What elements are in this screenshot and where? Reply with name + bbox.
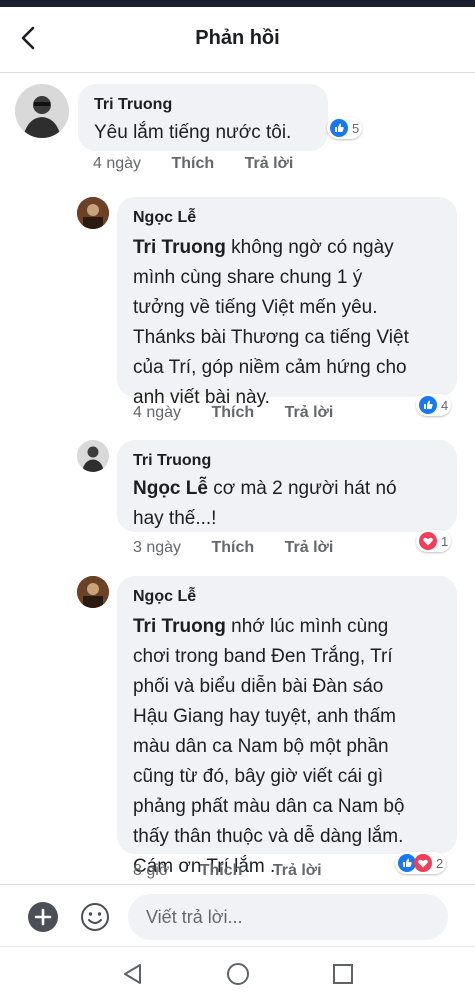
like-button[interactable]: Thích — [200, 862, 243, 879]
header: Phản hồi — [0, 7, 475, 73]
triangle-back-icon — [124, 964, 141, 984]
reply-composer — [0, 884, 475, 947]
circle-home-icon — [227, 963, 249, 985]
nav-back-button[interactable] — [120, 961, 146, 987]
mention-tri-truong[interactable]: Tri Truong — [133, 616, 226, 637]
nav-recents-button[interactable] — [330, 961, 356, 987]
square-recents-icon — [333, 964, 353, 984]
comment-bubble: Tri Truong Yêu lắm tiếng nước tôi. — [78, 84, 328, 151]
person-icon — [77, 440, 109, 472]
nav-home-button[interactable] — [225, 961, 251, 987]
text-line: cơ mà 2 người hát nó — [207, 478, 397, 499]
add-attachment-button[interactable] — [28, 902, 58, 932]
comment-time: 4 ngày — [133, 404, 182, 421]
reaction-count: 2 — [436, 855, 444, 871]
person-icon — [77, 576, 109, 608]
reply-input[interactable] — [128, 894, 448, 940]
like-button[interactable]: Thích — [212, 404, 255, 421]
comment-meta: 4 ngày Thích Trả lời — [133, 404, 359, 422]
reaction-count: 5 — [352, 120, 360, 136]
plus-icon — [34, 908, 52, 926]
love-reaction-icon — [414, 854, 432, 872]
text-line: màu dân ca Nam bộ một phần — [133, 736, 389, 757]
like-reaction-icon — [330, 119, 348, 137]
comment-meta: 8 giờ Thích Trả lời — [133, 862, 348, 880]
text-line: tưởng về tiếng Việt mến yêu. — [133, 297, 378, 318]
comment-bubble: Ngọc Lễ Tri Truong không ngờ có ngày mìn… — [117, 197, 457, 408]
comment-author[interactable]: Tri Truong — [133, 450, 441, 472]
comment-meta: 4 ngày Thích Trả lời — [93, 155, 319, 173]
system-nav-bar — [0, 946, 475, 1001]
text-line: mình cùng share chung 1 ý — [133, 267, 363, 288]
text-line: phối và biểu diễn bài Đàn sáo — [133, 676, 384, 697]
mention-tri-truong[interactable]: Tri Truong — [133, 237, 226, 258]
text-line: Thánks bài Thương ca tiếng Việt — [133, 327, 409, 348]
emoji-button[interactable] — [79, 901, 111, 933]
comment-meta: 3 ngày Thích Trả lời — [133, 539, 359, 557]
text-line: không ngờ có ngày — [225, 237, 394, 258]
mention-ngoc-le[interactable]: Ngọc Lễ — [133, 478, 208, 499]
text-line: nhớ lúc mình cùng — [225, 616, 389, 637]
smiley-icon — [81, 903, 109, 931]
status-bar — [0, 0, 475, 7]
comment-bubble: Ngọc Lễ Tri Truong nhớ lúc mình cùng chơ… — [117, 576, 457, 877]
comment-text: Ngọc Lễ cơ mà 2 người hát nó hay thế...! — [133, 474, 441, 534]
person-icon — [77, 197, 109, 229]
comment-author[interactable]: Tri Truong — [94, 94, 312, 116]
reaction-summary[interactable]: 4 — [416, 394, 452, 416]
text-line: phảng phất màu dân ca Nam bộ — [133, 796, 405, 817]
avatar-ngoc-le[interactable] — [77, 197, 109, 229]
text-line: Hậu Giang hay tuyệt, anh thấm — [133, 706, 396, 727]
avatar-tri-truong[interactable] — [15, 84, 69, 138]
like-button[interactable]: Thích — [172, 155, 215, 172]
text-line: cũng từ đó, bây giờ viết cái gì — [133, 766, 384, 787]
reply-button[interactable]: Trả lời — [285, 404, 334, 421]
person-icon — [15, 84, 69, 138]
reaction-count: 4 — [441, 397, 449, 413]
comment-text: Yêu lắm tiếng nước tôi. — [94, 122, 292, 143]
text-line: thấy thân thuộc và dễ dàng lắm. — [133, 826, 404, 847]
avatar-tri-truong[interactable] — [77, 440, 109, 472]
avatar-ngoc-le[interactable] — [77, 576, 109, 608]
comment-author[interactable]: Ngọc Lễ — [133, 586, 441, 608]
like-reaction-icon — [419, 396, 437, 414]
reaction-count: 1 — [441, 533, 449, 549]
text-line: của Trí, góp niềm cảm hứng cho — [133, 357, 407, 378]
comment-author[interactable]: Ngọc Lễ — [133, 207, 441, 229]
comment-time: 4 ngày — [93, 155, 142, 172]
comment-text: Tri Truong không ngờ có ngày mình cùng s… — [133, 233, 441, 413]
reply-button[interactable]: Trả lời — [273, 862, 322, 879]
reaction-summary[interactable]: 5 — [327, 117, 363, 139]
comment-text: Tri Truong nhớ lúc mình cùng chơi trong … — [133, 612, 441, 882]
like-button[interactable]: Thích — [212, 539, 255, 556]
reply-button[interactable]: Trả lời — [285, 539, 334, 556]
text-line: chơi trong band Đen Trắng, Trí — [133, 646, 393, 667]
reaction-summary[interactable]: 2 — [395, 852, 447, 874]
reaction-summary[interactable]: 1 — [416, 530, 452, 552]
text-line: hay thế...! — [133, 508, 217, 529]
love-reaction-icon — [419, 532, 437, 550]
comment-time: 3 ngày — [133, 539, 182, 556]
reply-button[interactable]: Trả lời — [245, 155, 294, 172]
comment-time: 8 giờ — [133, 862, 170, 879]
page-title: Phản hồi — [195, 27, 280, 49]
comment-bubble: Tri Truong Ngọc Lễ cơ mà 2 người hát nó … — [117, 440, 457, 532]
